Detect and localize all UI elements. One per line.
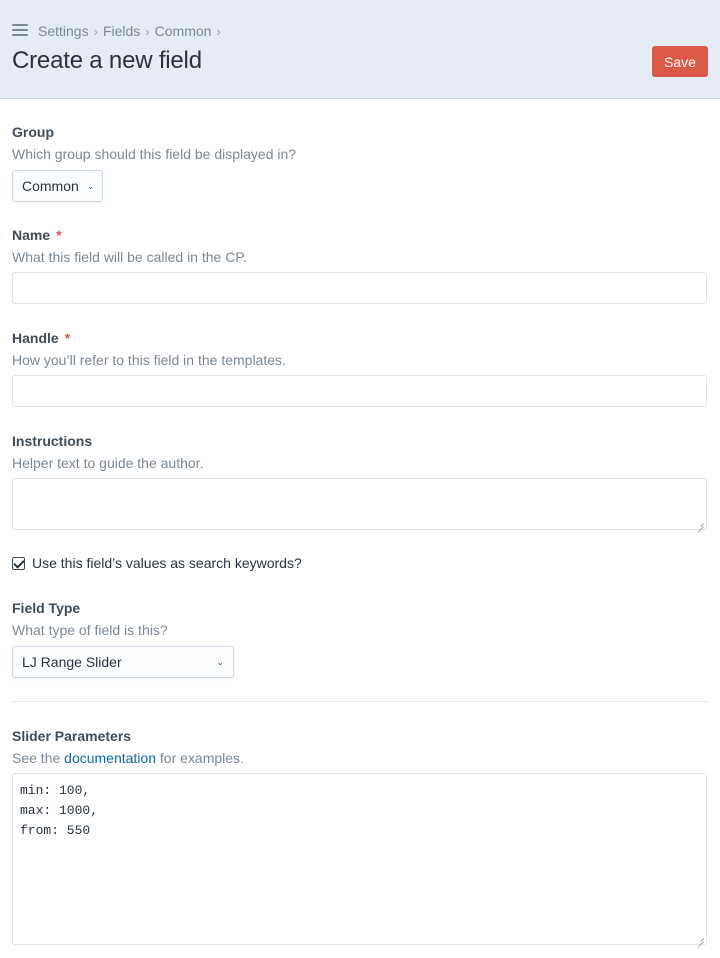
handle-field: Handle * How you’ll refer to this field … [12,330,708,368]
page-title: Create a new field [12,47,202,74]
chevron-down-icon: ⌄ [216,656,224,667]
slider-parameters-instructions: See the documentation for examples. [12,750,708,766]
instructions-help: Helper text to guide the author. [12,455,204,471]
searchable-checkbox[interactable] [12,556,25,570]
slider-parameters-field: Slider Parameters See the documentation … [12,728,708,766]
code-line: from: 550 [20,823,91,838]
name-label-text: Name [12,227,51,243]
required-indicator: * [64,330,71,346]
field-type-field: Field Type What type of field is this? L… [12,600,708,678]
instructions-prefix: See the [12,750,65,766]
group-instructions: Which group should this field be display… [12,146,297,162]
resize-grip-icon[interactable] [696,934,704,942]
breadcrumb-fields[interactable]: Fields [103,23,140,39]
field-type-select[interactable]: LJ Range Slider ⌄ [12,646,234,678]
field-type-select-value: LJ Range Slider [22,654,122,670]
code-line: max: 1000, [20,803,99,818]
breadcrumb-settings[interactable]: Settings [38,23,89,39]
slider-parameters-textarea[interactable]: min: 100, max: 1000, from: 550 [12,773,707,945]
chevron-down-icon: ⌄ [86,180,95,191]
name-label: Name * [12,227,708,243]
handle-label-text: Handle [12,330,59,346]
breadcrumb-separator: › [216,23,221,39]
divider [12,701,707,702]
searchable-label[interactable]: Use this field’s values as search keywor… [32,555,302,571]
handle-input[interactable] [12,375,707,407]
field-type-label: Field Type [12,600,81,616]
field-type-instructions: What type of field is this? [12,622,168,638]
required-indicator: * [56,227,62,243]
handle-label: Handle * [12,330,708,346]
name-input[interactable] [12,272,707,304]
group-field: Group Which group should this field be d… [12,124,708,202]
name-field: Name * What this field will be called in… [12,227,708,265]
instructions-suffix: for examples. [156,750,244,766]
documentation-link[interactable]: documentation [64,750,156,766]
breadcrumb-separator: › [145,23,150,39]
instructions-label: Instructions [12,433,93,449]
breadcrumb-common[interactable]: Common [155,23,212,39]
hamburger-menu-icon[interactable] [12,24,28,38]
group-select[interactable]: Common ⌄ [12,170,103,202]
save-button[interactable]: Save [652,46,708,77]
instructions-textarea[interactable] [12,478,707,530]
group-select-value: Common [22,178,79,194]
breadcrumb: Settings › Fields › Common › [38,23,226,39]
code-line: min: 100, [20,783,91,798]
instructions-field: Instructions Helper text to guide the au… [12,433,708,471]
group-label: Group [12,124,54,140]
resize-grip-icon[interactable] [696,519,704,527]
name-instructions: What this field will be called in the CP… [12,249,247,265]
breadcrumb-separator: › [93,23,98,39]
page-header: Settings › Fields › Common › Create a ne… [0,0,720,99]
handle-instructions: How you’ll refer to this field in the te… [12,352,286,368]
slider-parameters-label: Slider Parameters [12,728,132,744]
searchable-option: Use this field’s values as search keywor… [12,555,302,571]
